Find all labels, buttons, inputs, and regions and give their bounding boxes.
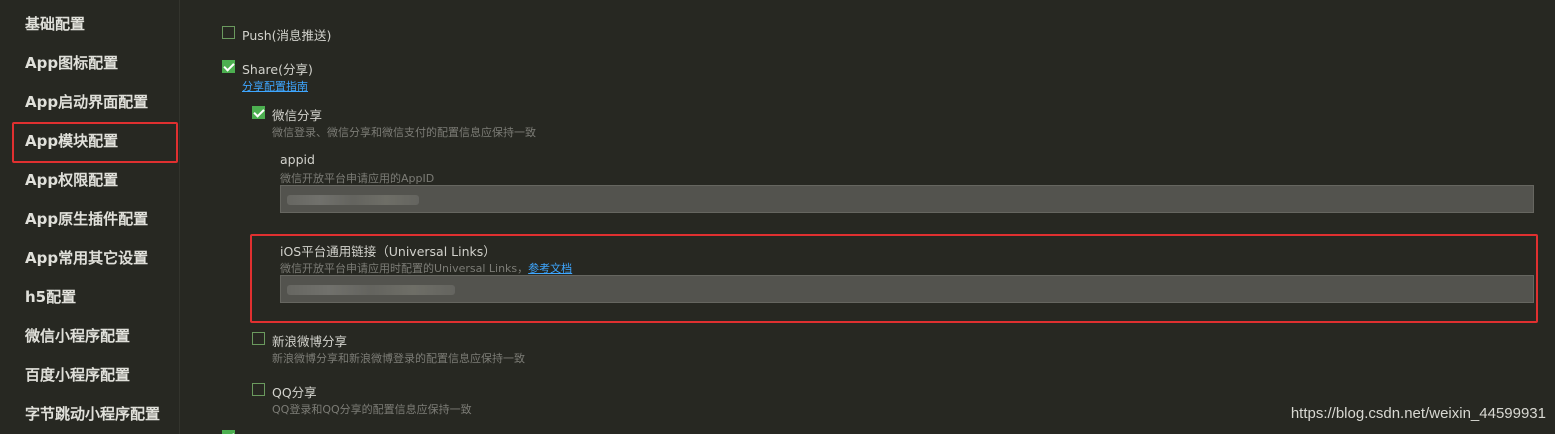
sidebar-item-app-modules[interactable]: App模块配置 xyxy=(25,129,118,153)
sidebar-item-bytedance-miniprogram[interactable]: 字节跳动小程序配置 xyxy=(25,402,160,426)
sina-share-description: 新浪微博分享和新浪微博登录的配置信息应保持一致 xyxy=(272,352,525,365)
share-checkbox[interactable] xyxy=(222,60,235,73)
watermark-text: https://blog.csdn.net/weixin_44599931 xyxy=(1290,405,1546,422)
appid-input[interactable] xyxy=(280,185,1534,213)
sidebar-item-app-native-plugins[interactable]: App原生插件配置 xyxy=(25,207,148,231)
share-guide-link[interactable]: 分享配置指南 xyxy=(242,78,308,94)
next-module-checkbox[interactable] xyxy=(222,430,235,434)
sidebar-item-basic[interactable]: 基础配置 xyxy=(25,12,85,36)
universal-links-doc-link[interactable]: 参考文档 xyxy=(528,262,572,275)
redacted-value xyxy=(287,285,455,295)
sidebar: 基础配置 App图标配置 App启动界面配置 App模块配置 App权限配置 A… xyxy=(0,0,180,434)
module-settings-panel: Push(消息推送) Share(分享) 分享配置指南 微信分享 微信登录、微信… xyxy=(181,0,1555,434)
sidebar-item-h5[interactable]: h5配置 xyxy=(25,285,76,309)
universal-links-input[interactable] xyxy=(280,275,1534,303)
sidebar-item-weixin-miniprogram[interactable]: 微信小程序配置 xyxy=(25,324,130,348)
sina-share-checkbox[interactable] xyxy=(252,332,265,345)
settings-window: 基础配置 App图标配置 App启动界面配置 App模块配置 App权限配置 A… xyxy=(0,0,1555,434)
sidebar-item-baidu-miniprogram[interactable]: 百度小程序配置 xyxy=(25,363,130,387)
push-label: Push(消息推送) xyxy=(242,28,332,43)
weixin-share-description: 微信登录、微信分享和微信支付的配置信息应保持一致 xyxy=(272,126,536,139)
qq-share-checkbox[interactable] xyxy=(252,383,265,396)
qq-share-label: QQ分享 xyxy=(272,385,317,400)
appid-label: appid xyxy=(280,152,315,167)
sidebar-item-app-other-settings[interactable]: App常用其它设置 xyxy=(25,246,148,270)
share-label: Share(分享) xyxy=(242,62,313,77)
push-checkbox[interactable] xyxy=(222,26,235,39)
sidebar-item-app-permissions[interactable]: App权限配置 xyxy=(25,168,118,192)
redacted-value xyxy=(287,195,419,205)
universal-links-description: 微信开放平台申请应用时配置的Universal Links， xyxy=(280,262,529,275)
sina-share-label: 新浪微博分享 xyxy=(272,334,348,349)
appid-description: 微信开放平台申请应用的AppID xyxy=(280,172,435,185)
universal-links-label: iOS平台通用链接（Universal Links） xyxy=(280,244,496,259)
sidebar-item-app-icon[interactable]: App图标配置 xyxy=(25,51,118,75)
weixin-share-label: 微信分享 xyxy=(272,108,323,123)
sidebar-item-app-splash[interactable]: App启动界面配置 xyxy=(25,90,148,114)
universal-links-description-row: 微信开放平台申请应用时配置的Universal Links，参考文档 xyxy=(280,260,572,276)
qq-share-description: QQ登录和QQ分享的配置信息应保持一致 xyxy=(272,403,472,416)
weixin-share-checkbox[interactable] xyxy=(252,106,265,119)
